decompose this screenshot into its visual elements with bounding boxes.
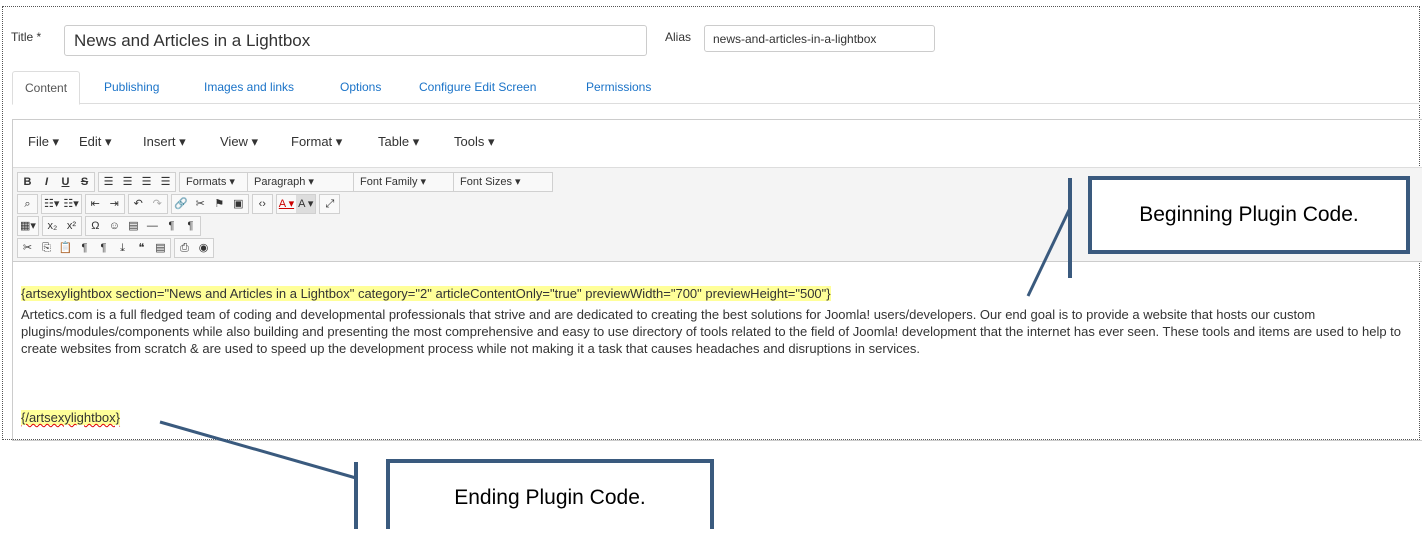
font-family-select[interactable]: Font Family ▾: [354, 173, 454, 191]
preview-icon[interactable]: ◉: [194, 239, 213, 257]
edit-tabs: Content Publishing Images and links Opti…: [12, 71, 1420, 105]
background-color-icon[interactable]: A ▾: [296, 195, 316, 213]
template-icon[interactable]: ▤: [151, 239, 170, 257]
show-blocks-icon[interactable]: ¶: [75, 239, 94, 257]
italic-icon[interactable]: I: [37, 173, 56, 191]
ending-plugin-callout: Ending Plugin Code.: [386, 459, 714, 529]
bullet-list-icon[interactable]: ☷▾: [42, 195, 61, 213]
plugin-open-tag-text: {artsexylightbox section="News and Artic…: [21, 286, 831, 301]
menu-tools[interactable]: Tools ▾: [454, 134, 495, 150]
alias-label: Alias: [665, 30, 692, 44]
font-sizes-select[interactable]: Font Sizes ▾: [454, 173, 552, 191]
menu-view[interactable]: View ▾: [220, 134, 258, 150]
editor-menubar: File ▾ Edit ▾ Insert ▾ View ▾ Format ▾ T…: [13, 120, 1422, 168]
fullscreen-icon[interactable]: ⤢: [320, 195, 339, 213]
align-left-icon[interactable]: ☰: [99, 173, 118, 191]
code-icon[interactable]: ‹›: [253, 195, 272, 213]
menu-format[interactable]: Format ▾: [291, 134, 342, 150]
beginning-plugin-callout: Beginning Plugin Code.: [1088, 176, 1410, 254]
subscript-icon[interactable]: x₂: [43, 217, 62, 235]
align-center-icon[interactable]: ☰: [118, 173, 137, 191]
emoticons-icon[interactable]: ☺: [105, 217, 124, 235]
tab-options[interactable]: Options: [328, 71, 393, 104]
blockquote-icon[interactable]: ❝: [132, 239, 151, 257]
font-family-label: Font Family: [360, 176, 418, 188]
redo-icon[interactable]: ↷: [148, 195, 167, 213]
tab-configure-edit-screen[interactable]: Configure Edit Screen: [407, 71, 548, 104]
find-icon[interactable]: ⌕: [18, 195, 37, 213]
outdent-icon[interactable]: ⇤: [86, 195, 105, 213]
media-icon[interactable]: ▤: [124, 217, 143, 235]
table-icon[interactable]: ▦▾: [18, 217, 38, 235]
strikethrough-icon[interactable]: S: [75, 173, 94, 191]
rtl-icon[interactable]: ¶: [181, 217, 200, 235]
align-right-icon[interactable]: ☰: [137, 173, 156, 191]
tab-permissions[interactable]: Permissions: [574, 71, 663, 104]
plugin-close-tag: {/artsexylightbox}: [21, 410, 121, 425]
cut-icon[interactable]: ✂: [18, 239, 37, 257]
font-sizes-label: Font Sizes: [460, 176, 512, 188]
text-color-icon[interactable]: A ▾: [277, 195, 296, 213]
insert-icon[interactable]: ⤓: [113, 239, 132, 257]
visual-chars-icon[interactable]: ¶: [94, 239, 113, 257]
tab-images-and-links[interactable]: Images and links: [192, 71, 306, 104]
tinymce-editor: File ▾ Edit ▾ Insert ▾ View ▾ Format ▾ T…: [12, 119, 1422, 441]
paragraph-select[interactable]: Paragraph ▾: [248, 173, 354, 191]
indent-icon[interactable]: ⇥: [105, 195, 124, 213]
superscript-icon[interactable]: x²: [62, 217, 81, 235]
print-icon[interactable]: ⎙: [175, 239, 194, 257]
title-input[interactable]: News and Articles in a Lightbox: [64, 25, 647, 56]
bold-icon[interactable]: B: [18, 173, 37, 191]
menu-insert[interactable]: Insert ▾: [143, 134, 186, 150]
tab-content[interactable]: Content: [12, 71, 81, 105]
align-justify-icon[interactable]: ☰: [156, 173, 175, 191]
tab-publishing[interactable]: Publishing: [92, 71, 171, 104]
paragraph-label: Paragraph: [254, 176, 306, 188]
alias-input[interactable]: news-and-articles-in-a-lightbox: [704, 25, 935, 52]
article-body-text: Artetics.com is a full fledged team of c…: [21, 307, 1402, 356]
special-char-icon[interactable]: Ω: [86, 217, 105, 235]
undo-icon[interactable]: ↶: [129, 195, 148, 213]
underline-icon[interactable]: U: [56, 173, 75, 191]
title-label: Title *: [11, 30, 42, 44]
anchor-icon[interactable]: ⚑: [210, 195, 229, 213]
formats-select[interactable]: Formats ▾: [180, 173, 248, 191]
ltr-icon[interactable]: ¶: [162, 217, 181, 235]
image-icon[interactable]: ▣: [229, 195, 248, 213]
plugin-close-tag-text: {/artsexylightbox}: [21, 410, 121, 425]
paste-icon[interactable]: 📋: [56, 239, 75, 257]
menu-table[interactable]: Table ▾: [378, 134, 419, 150]
editor-content-area[interactable]: {artsexylightbox section="News and Artic…: [13, 262, 1422, 442]
copy-icon[interactable]: ⎘: [37, 239, 56, 257]
menu-edit[interactable]: Edit ▾: [79, 134, 112, 150]
unlink-icon[interactable]: ✂: [191, 195, 210, 213]
plugin-open-tag: {artsexylightbox section="News and Artic…: [21, 286, 831, 301]
horizontal-rule-icon[interactable]: —: [143, 217, 162, 235]
numbered-list-icon[interactable]: ☷▾: [61, 195, 80, 213]
link-icon[interactable]: 🔗: [172, 195, 191, 213]
menu-file[interactable]: File ▾: [28, 134, 59, 150]
